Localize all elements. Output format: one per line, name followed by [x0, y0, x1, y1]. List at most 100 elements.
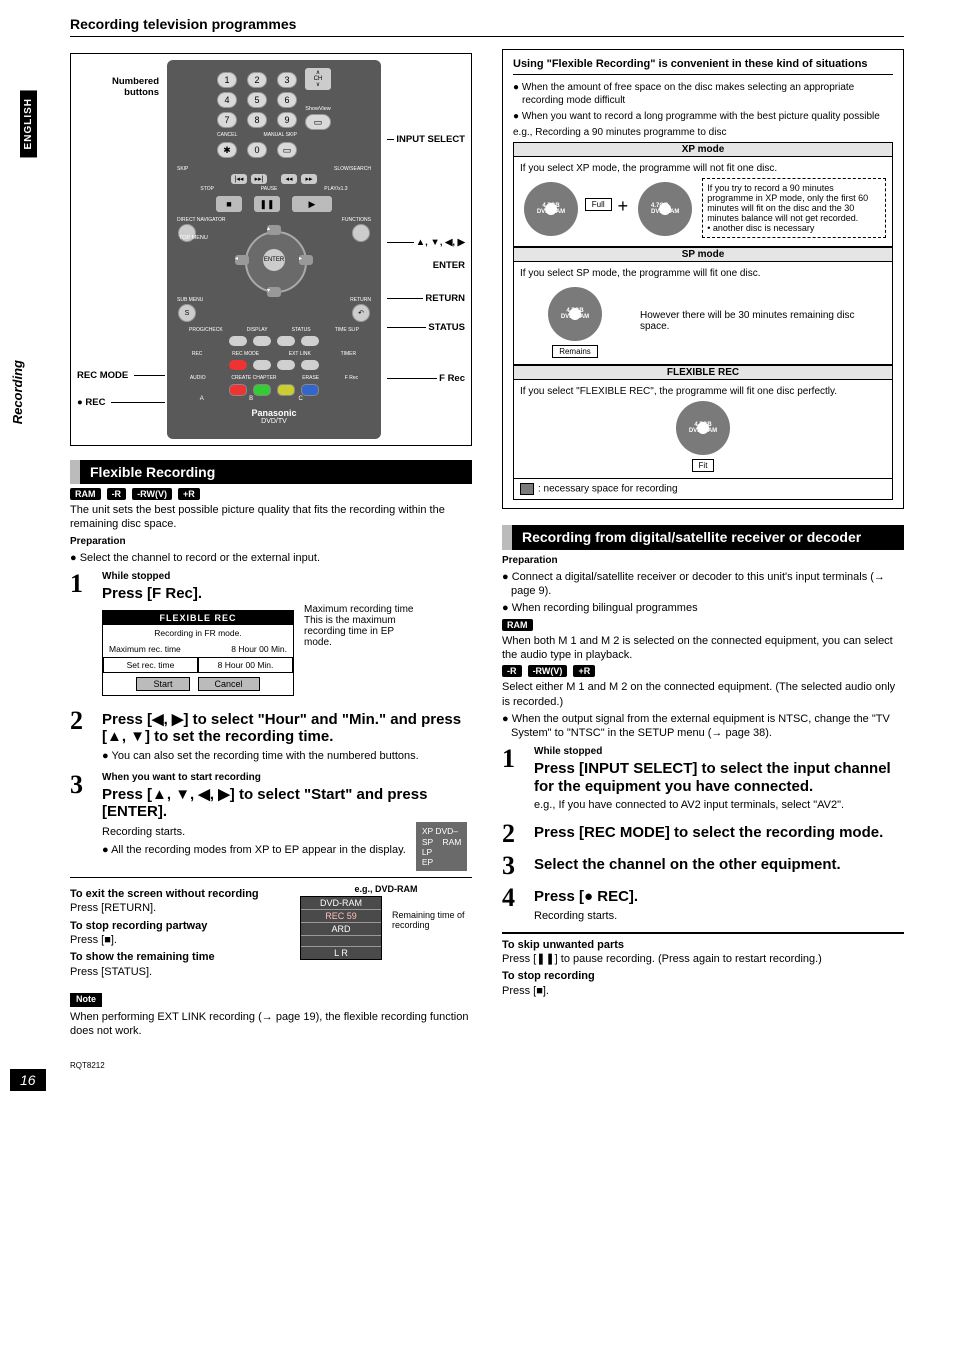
showview-btn: ▭ — [305, 114, 331, 130]
label-skip: SKIP — [177, 166, 188, 172]
remaining-label: Remaining time of recording — [392, 896, 472, 930]
sp-disc: 4.7GB DVD-RAM — [548, 287, 602, 341]
step-1-num: 1 — [70, 571, 90, 702]
stop-btn: ■ — [216, 196, 242, 212]
display-btn — [253, 336, 271, 346]
color-frec-btn — [301, 384, 319, 396]
disp-r5: L R — [301, 947, 381, 959]
xp-disc-2: 4.7GB DVD-RAM — [638, 182, 692, 236]
fr-body: If you select "FLEXIBLE REC", the progra… — [513, 380, 893, 479]
situations-box: Using "Flexible Recording" is convenient… — [502, 49, 904, 509]
xp-warn: If you try to record a 90 minutes progra… — [702, 178, 886, 238]
side-max-h: Maximum recording time — [304, 604, 424, 615]
fr-disc: 4.7GB DVD-RAM — [676, 401, 730, 455]
label-progcheck: PROG/CHECK — [189, 327, 223, 333]
label-functions: FUNCTIONS — [342, 217, 371, 223]
dig-step1-sub: While stopped — [534, 746, 904, 757]
dig-b3: ● When the output signal from the extern… — [502, 712, 904, 741]
dig-ram-text: When both M 1 and M 2 is selected on the… — [502, 634, 904, 663]
extlink-btn — [277, 360, 295, 370]
label-input-select: INPUT SELECT — [396, 134, 465, 145]
color-b-btn — [253, 384, 271, 396]
dig-step1-instr: Press [INPUT SELECT] to select the input… — [534, 760, 904, 795]
disp-r1: DVD-RAM — [301, 897, 381, 910]
label-display: DISPLAY — [247, 327, 268, 333]
dig-stop-h: To stop recording — [502, 970, 595, 982]
dig-step-4: 4 Press [● REC]. Recording starts. — [502, 885, 904, 926]
dig-step1-eg: e.g., If you have connected to AV2 input… — [534, 798, 904, 812]
progcheck-btn — [229, 336, 247, 346]
status-btn — [277, 336, 295, 346]
show-b: Press [STATUS]. — [70, 966, 152, 978]
disp-eg: e.g., DVD-RAM — [300, 884, 472, 894]
remote-body: 123 456 789 CANCELMANUAL SKIP ✱0▭ ∧CH∨ S… — [167, 60, 381, 439]
osd-flexible-rec: FLEXIBLE REC Recording in FR mode. Maxim… — [102, 610, 294, 696]
label-create-chapter: CREATE CHAPTER — [231, 375, 276, 381]
color-c-label: C — [299, 396, 303, 402]
section-digital: Recording from digital/satellite receive… — [502, 525, 904, 550]
label-erase: ERASE — [302, 375, 319, 381]
chip-r: -R — [107, 488, 127, 500]
rqt-code: RQT8212 — [70, 1061, 904, 1070]
osd-title: FLEXIBLE REC — [103, 611, 293, 625]
osd-start-btn: Start — [136, 677, 189, 691]
label-status: STATUS — [292, 327, 311, 333]
label-rec: ● REC — [77, 397, 109, 408]
page-number: 16 — [10, 1069, 46, 1091]
exit-h: To exit the screen without recording — [70, 888, 259, 900]
chip-plus-r: +R — [178, 488, 200, 500]
timeslip-btn — [301, 336, 319, 346]
recmode-btn — [253, 360, 271, 370]
label-direct-nav: DIRECT NAVIGATOR — [177, 217, 226, 223]
osd-cancel-btn: Cancel — [198, 677, 260, 691]
sit-eg: e.g., Recording a 90 minutes programme t… — [513, 126, 893, 139]
dig-b1: ● Connect a digital/satellite receiver o… — [502, 570, 904, 599]
color-c-btn — [277, 384, 295, 396]
step-2-note: ● You can also set the recording time wi… — [102, 749, 472, 763]
num-9: 9 — [277, 112, 297, 128]
dig-prep-h: Preparation — [502, 554, 904, 567]
dig-sel-text: Select either M 1 and M 2 on the connect… — [502, 680, 904, 709]
full-tag: Full — [585, 198, 612, 211]
submenu-btn: S — [178, 304, 196, 322]
xp-head: XP mode — [513, 142, 893, 157]
side-max-b: This is the maximum recording time in EP… — [304, 615, 424, 648]
prep-body: ● Select the channel to record or the ex… — [70, 551, 472, 565]
label-status-r: STATUS — [428, 322, 465, 333]
sp-side: However there will be 30 minutes remaini… — [640, 310, 886, 332]
label-numbered-buttons: Numbered buttons — [77, 76, 163, 98]
label-recmode-btn: REC MODE — [232, 351, 259, 357]
chip-ram-2: RAM — [502, 619, 533, 631]
disp-r3: ARD — [301, 923, 381, 936]
legend-swatch — [520, 483, 534, 495]
ff-icon: ▸▸ — [301, 174, 317, 184]
dig-step4-instr: Press [● REC]. — [534, 888, 904, 905]
sp-head: SP mode — [513, 247, 893, 262]
stop-b: Press [■]. — [70, 934, 117, 946]
note-body: When performing EXT LINK recording (→ pa… — [70, 1010, 472, 1039]
osd-set-val: 8 Hour 00 Min. — [198, 657, 293, 673]
disp-r2: REC 59 — [301, 910, 381, 923]
side-tab-english: ENGLISH — [20, 90, 37, 157]
right-column: Using "Flexible Recording" is convenient… — [502, 49, 904, 1041]
label-rec-mode: REC MODE — [77, 370, 132, 381]
label-frec-r: F Rec — [439, 373, 465, 384]
situations-title: Using "Flexible Recording" is convenient… — [513, 58, 893, 75]
osd-max-label: Maximum rec. time — [109, 644, 181, 654]
step-1-sub: While stopped — [102, 571, 472, 582]
dpad: ▴ ▾ ◂ ▸ ENTER — [229, 225, 319, 295]
step-3: 3 When you want to start recording Press… — [70, 772, 472, 871]
dig-step3-instr: Select the channel on the other equipmen… — [534, 856, 904, 873]
fr-head: FLEXIBLE REC — [513, 365, 893, 380]
label-frec: F Rec — [345, 375, 358, 381]
exit-b: Press [RETURN]. — [70, 902, 156, 914]
label-arrows: ▲, ▼, ◀, ▶ — [416, 237, 465, 248]
label-play: PLAY/x1.3 — [324, 186, 347, 192]
xp-disc-1: 4.7GB DVD-RAM — [524, 182, 578, 236]
xp-body: If you select XP mode, the programme wil… — [513, 157, 893, 247]
num-4: 4 — [217, 92, 237, 108]
label-pause: PAUSE — [261, 186, 278, 192]
page-title: Recording television programmes — [70, 16, 904, 37]
flex-intro: The unit sets the best possible picture … — [70, 503, 472, 532]
chip-rwv-2: -RW(V) — [528, 665, 568, 677]
